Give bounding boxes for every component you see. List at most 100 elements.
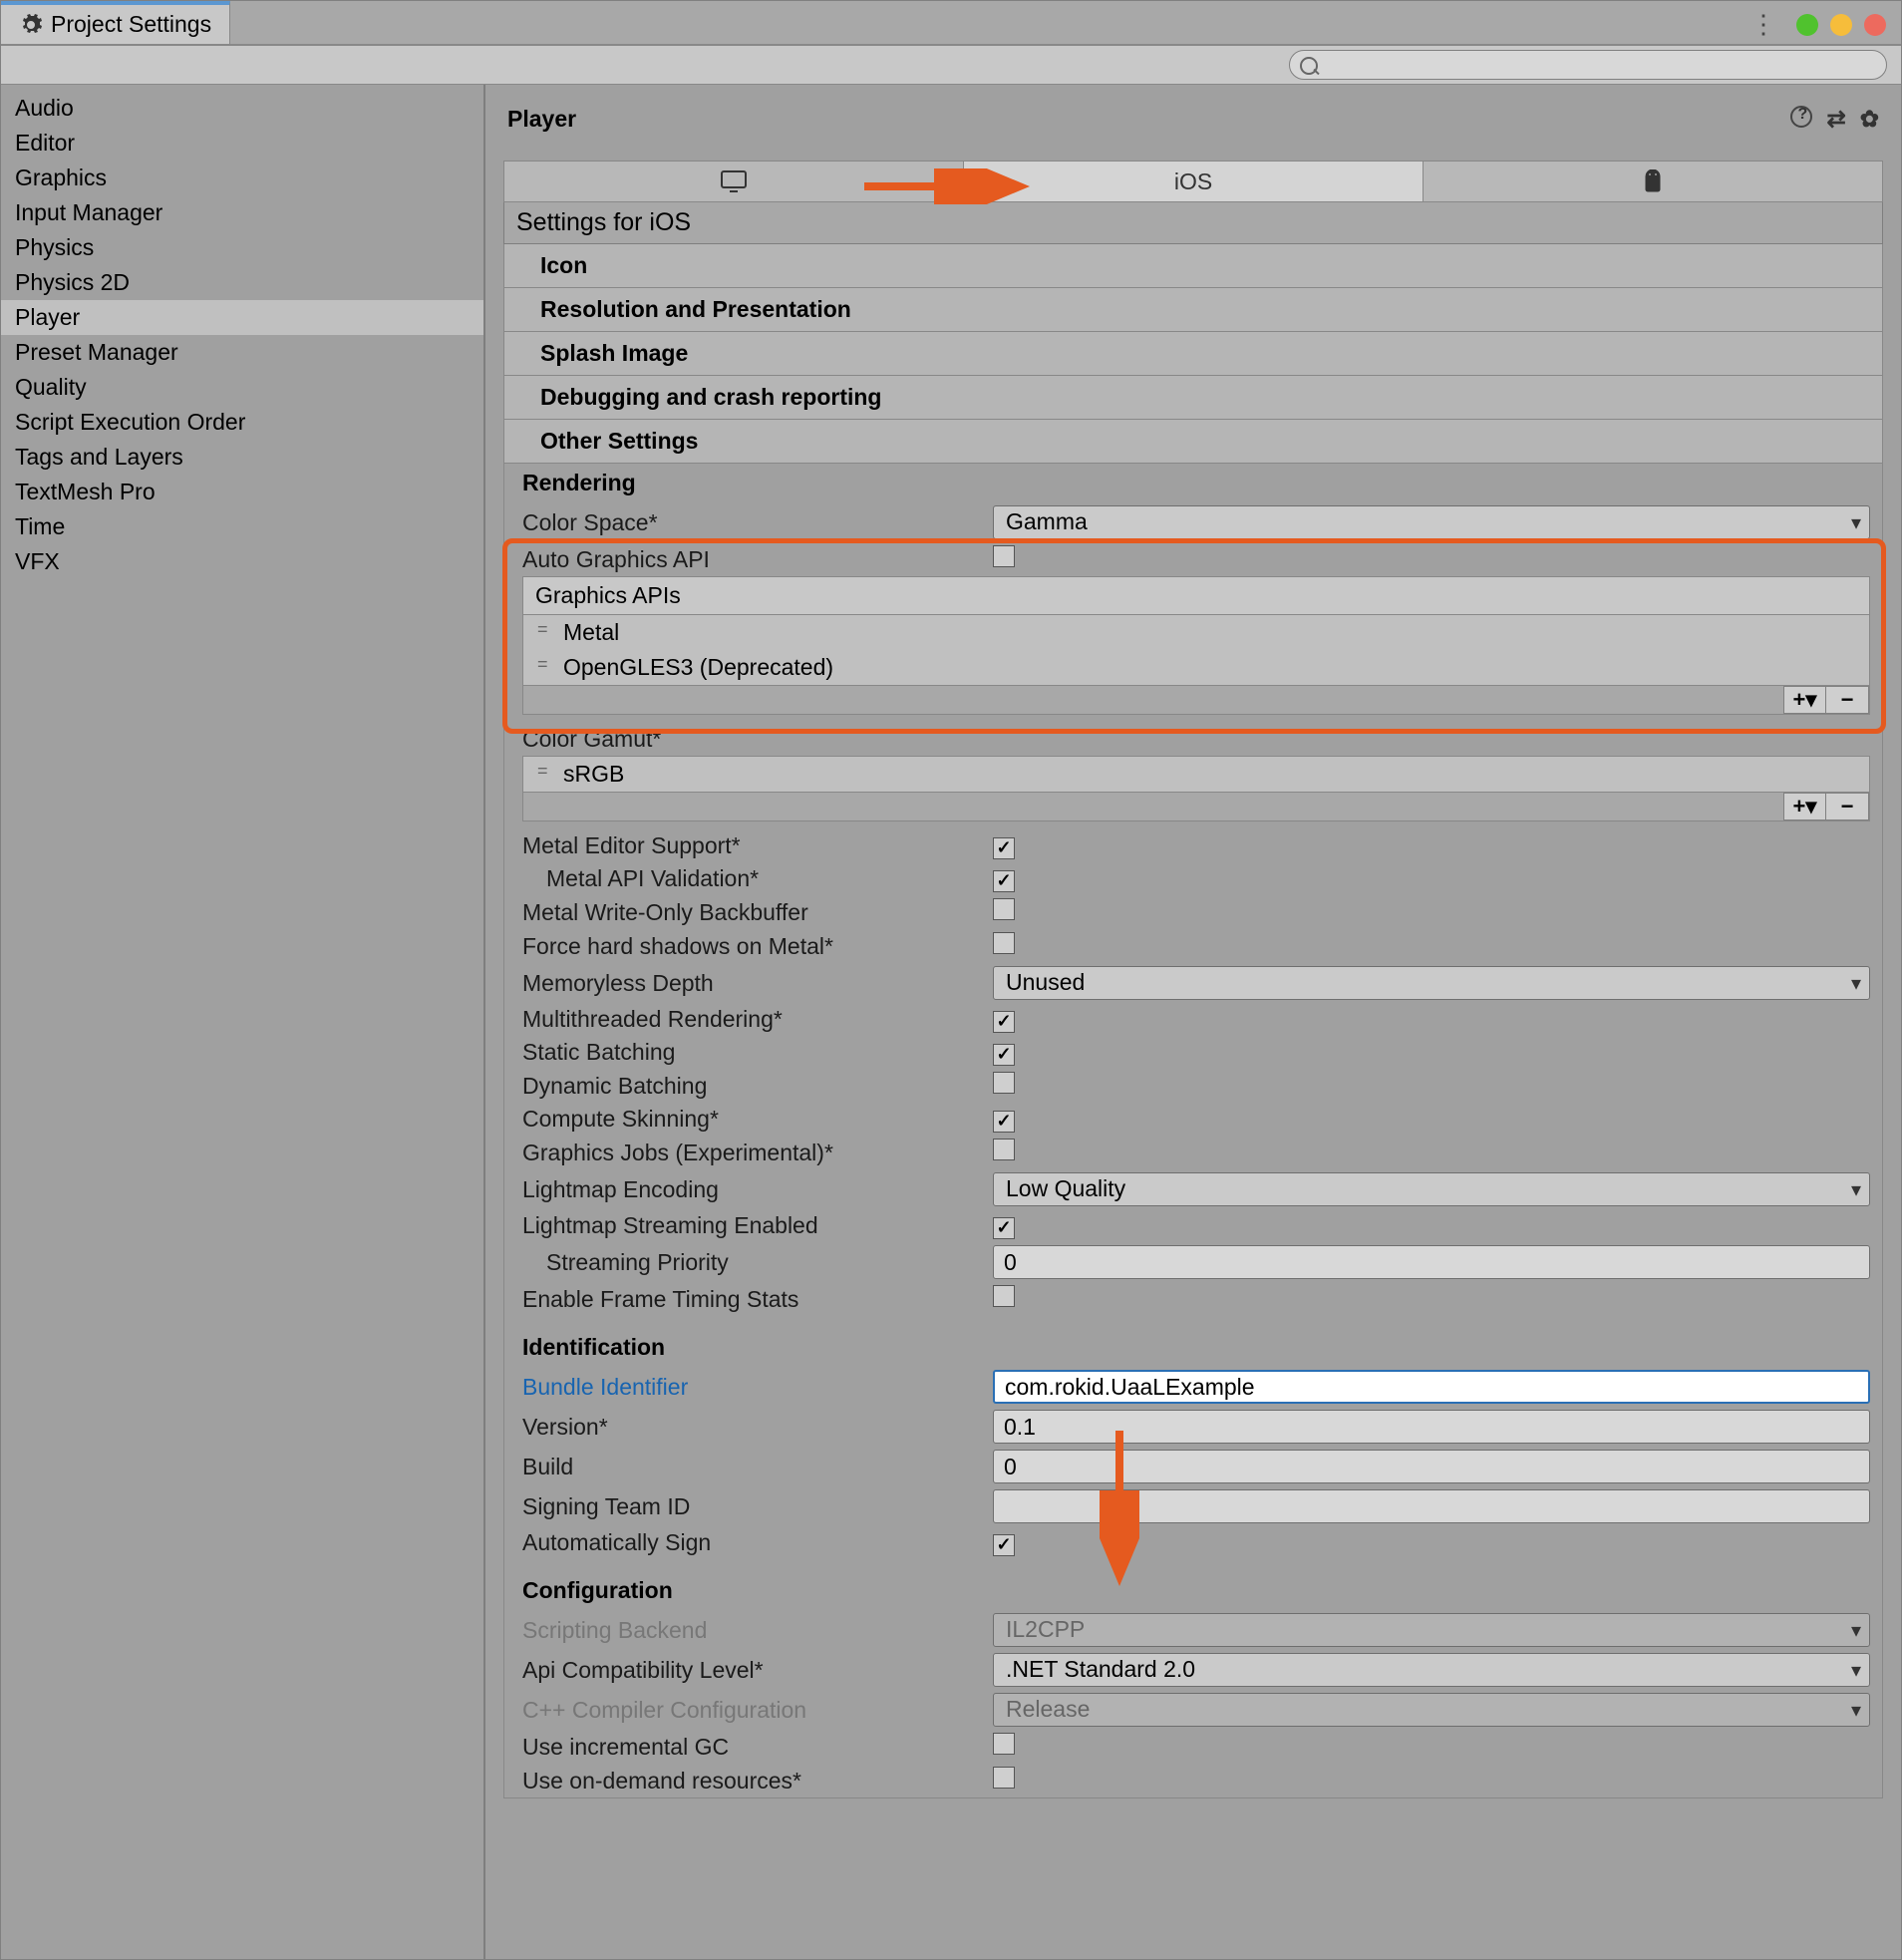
sidebar-item-textmesh-pro[interactable]: TextMesh Pro [1,475,483,509]
rendering-header: Rendering [504,464,1882,502]
cpp-compiler-dropdown: Release [993,1693,1870,1727]
graphics-api-item[interactable]: Metal [523,615,1869,650]
minimize-button[interactable] [1796,14,1818,36]
api-compatibility-label: Api Compatibility Level* [504,1657,993,1684]
lightmap-streaming-label: Lightmap Streaming Enabled [504,1212,993,1239]
sidebar-item-tags-and-layers[interactable]: Tags and Layers [1,440,483,475]
maximize-button[interactable] [1830,14,1852,36]
incremental-gc-checkbox[interactable] [993,1733,1015,1755]
remove-color-gamut-button[interactable]: − [1826,794,1868,819]
add-graphics-api-button[interactable]: +▾ [1784,687,1826,713]
force-hard-shadows-checkbox[interactable] [993,932,1015,954]
memoryless-depth-dropdown[interactable]: Unused [993,966,1870,1000]
foldout-splash[interactable]: Splash Image [503,332,1883,376]
cpp-compiler-label: C++ Compiler Configuration [504,1697,993,1724]
lightmap-streaming-checkbox[interactable] [993,1217,1015,1239]
scripting-backend-label: Scripting Backend [504,1617,993,1644]
android-icon [1642,169,1664,193]
preset-icon[interactable]: ⇄ [1826,106,1845,133]
streaming-priority-field[interactable] [993,1245,1870,1279]
metal-api-validation-label: Metal API Validation* [504,865,993,892]
incremental-gc-label: Use incremental GC [504,1734,993,1761]
version-label: Version* [504,1414,993,1441]
api-compatibility-dropdown[interactable]: .NET Standard 2.0 [993,1653,1870,1687]
graphics-apis-list: Graphics APIs Metal OpenGLES3 (Deprecate… [522,576,1870,715]
bundle-identifier-field[interactable] [993,1370,1870,1404]
metal-write-only-checkbox[interactable] [993,898,1015,920]
lightmap-encoding-dropdown[interactable]: Low Quality [993,1172,1870,1206]
search-input[interactable] [1289,50,1887,80]
graphics-api-item[interactable]: OpenGLES3 (Deprecated) [523,650,1869,685]
annotation-arrow-ios [864,168,1034,204]
color-gamut-list: sRGB +▾− [522,756,1870,821]
kebab-menu-icon[interactable]: ⋮ [1750,9,1776,40]
graphics-jobs-checkbox[interactable] [993,1139,1015,1160]
foldout-icon[interactable]: Icon [503,244,1883,288]
frame-timing-checkbox[interactable] [993,1285,1015,1307]
settings-gear-icon[interactable]: ✿ [1860,106,1879,133]
platform-tabs: iOS [503,161,1883,202]
configuration-header: Configuration [504,1571,1882,1610]
metal-editor-support-label: Metal Editor Support* [504,832,993,859]
multithreaded-rendering-checkbox[interactable] [993,1011,1015,1033]
page-title: Player [507,106,576,133]
memoryless-depth-label: Memoryless Depth [504,970,993,997]
dynamic-batching-checkbox[interactable] [993,1072,1015,1094]
foldout-resolution[interactable]: Resolution and Presentation [503,288,1883,332]
scripting-backend-dropdown: IL2CPP [993,1613,1870,1647]
sidebar-item-time[interactable]: Time [1,509,483,544]
sidebar-item-input-manager[interactable]: Input Manager [1,195,483,230]
close-button[interactable] [1864,14,1886,36]
automatically-sign-label: Automatically Sign [504,1529,993,1556]
dynamic-batching-label: Dynamic Batching [504,1073,993,1100]
sidebar-item-graphics[interactable]: Graphics [1,161,483,195]
multithreaded-rendering-label: Multithreaded Rendering* [504,1006,993,1033]
color-gamut-item[interactable]: sRGB [523,757,1869,792]
add-color-gamut-button[interactable]: +▾ [1784,794,1826,819]
auto-graphics-api-label: Auto Graphics API [504,546,993,573]
sidebar-item-script-execution-order[interactable]: Script Execution Order [1,405,483,440]
static-batching-checkbox[interactable] [993,1044,1015,1066]
bundle-identifier-label: Bundle Identifier [504,1374,993,1401]
auto-graphics-api-checkbox[interactable] [993,545,1015,567]
annotation-arrow-bundle-id [1100,1431,1139,1590]
metal-editor-support-checkbox[interactable] [993,837,1015,859]
identification-header: Identification [504,1328,1882,1367]
sidebar-item-editor[interactable]: Editor [1,126,483,161]
signing-team-id-label: Signing Team ID [504,1493,993,1520]
desktop-icon [720,169,748,193]
color-gamut-label: Color Gamut* [504,726,993,753]
remove-graphics-api-button[interactable]: − [1826,687,1868,713]
build-label: Build [504,1454,993,1480]
help-icon[interactable] [1790,106,1812,128]
color-space-dropdown[interactable]: Gamma [993,505,1870,539]
settings-sidebar: Audio Editor Graphics Input Manager Phys… [1,85,485,1959]
foldout-other-settings[interactable]: Other Settings [503,420,1883,464]
graphics-apis-header: Graphics APIs [523,577,1869,615]
settings-for-label: Settings for iOS [503,202,1883,244]
on-demand-resources-checkbox[interactable] [993,1767,1015,1789]
window-title: Project Settings [51,11,211,38]
other-settings-content: Rendering Color Space*Gamma Auto Graphic… [503,464,1883,1798]
sidebar-item-quality[interactable]: Quality [1,370,483,405]
gear-icon [19,13,43,37]
platform-tab-android[interactable] [1424,162,1882,201]
metal-api-validation-checkbox[interactable] [993,870,1015,892]
sidebar-item-vfx[interactable]: VFX [1,544,483,579]
graphics-jobs-label: Graphics Jobs (Experimental)* [504,1140,993,1166]
compute-skinning-checkbox[interactable] [993,1111,1015,1133]
sidebar-item-preset-manager[interactable]: Preset Manager [1,335,483,370]
metal-write-only-label: Metal Write-Only Backbuffer [504,899,993,926]
lightmap-encoding-label: Lightmap Encoding [504,1176,993,1203]
static-batching-label: Static Batching [504,1039,993,1066]
streaming-priority-label: Streaming Priority [504,1249,993,1276]
sidebar-item-physics[interactable]: Physics [1,230,483,265]
automatically-sign-checkbox[interactable] [993,1534,1015,1556]
project-settings-tab[interactable]: Project Settings [1,1,230,44]
sidebar-item-physics-2d[interactable]: Physics 2D [1,265,483,300]
foldout-debugging[interactable]: Debugging and crash reporting [503,376,1883,420]
sidebar-item-audio[interactable]: Audio [1,91,483,126]
sidebar-item-player[interactable]: Player [1,300,483,335]
frame-timing-label: Enable Frame Timing Stats [504,1286,993,1313]
force-hard-shadows-label: Force hard shadows on Metal* [504,933,993,960]
